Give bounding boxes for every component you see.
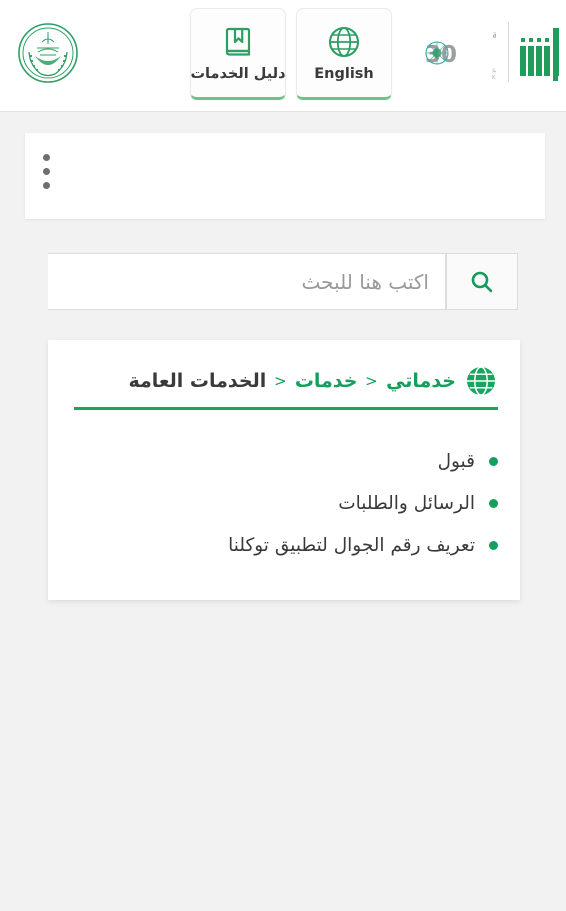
breadcrumb: خدماتي > خدمات > الخدمات العامة: [129, 364, 498, 398]
search-button[interactable]: [446, 253, 518, 310]
search-bar: [48, 253, 518, 310]
services-guide-book-icon: [225, 27, 251, 56]
vision-2030-logo: رؤيــة VISION 2 30 المملكة العربية السعو…: [404, 29, 496, 81]
svg-text:VISION: VISION: [404, 29, 406, 41]
kebab-dot: [43, 154, 50, 161]
breadcrumb-link-services[interactable]: خدمات: [295, 370, 358, 392]
breadcrumb-separator: >: [274, 372, 287, 390]
services-guide-label: دليل الخدمات: [190, 65, 286, 82]
toolbar-card: [25, 133, 545, 219]
kebab-dot: [43, 168, 50, 175]
bullet-icon: [489, 498, 498, 508]
header-divider: [508, 22, 509, 82]
list-item[interactable]: تعريف رقم الجوال لتطبيق توكلنا: [68, 524, 498, 566]
list-item[interactable]: قبول: [68, 440, 498, 482]
services-panel: خدماتي > خدمات > الخدمات العامة قبول الر…: [48, 340, 520, 600]
language-switch-label: English: [314, 65, 374, 82]
bullet-icon: [489, 540, 498, 550]
site-header: English دليل الخدمات رؤيــة VISION 2 30 …: [0, 0, 566, 112]
services-guide-button[interactable]: دليل الخدمات: [190, 8, 286, 100]
breadcrumb-link-my-services[interactable]: خدماتي: [386, 370, 456, 392]
search-icon: [471, 271, 493, 292]
breadcrumb-separator: >: [365, 372, 379, 390]
breadcrumb-underline: [74, 407, 498, 410]
list-item-label: قبول: [437, 450, 475, 472]
breadcrumb-current-page: الخدمات العامة: [128, 370, 267, 392]
kebab-dot: [43, 182, 50, 189]
list-item-label: تعريف رقم الجوال لتطبيق توكلنا: [228, 534, 475, 556]
globe-icon: [467, 366, 495, 396]
svg-text:2: 2: [404, 42, 406, 68]
language-switch-button[interactable]: English: [296, 8, 392, 100]
bullet-icon: [489, 456, 498, 466]
search-input[interactable]: [48, 253, 446, 310]
list-item[interactable]: الرسائل والطلبات: [68, 482, 498, 524]
svg-text:KINGDOM OF SAUDI ARABIA: KINGDOM OF SAUDI ARABIA: [492, 75, 496, 81]
list-item-label: الرسائل والطلبات: [338, 492, 475, 514]
svg-text:المملكة العربية السعودية: المملكة العربية السعودية: [492, 66, 496, 74]
ministry-of-interior-emblem: [18, 23, 78, 83]
header-action-cards: English دليل الخدمات: [190, 8, 392, 100]
service-list: قبول الرسائل والطلبات تعريف رقم الجوال ل…: [68, 440, 498, 566]
absher-logo: [520, 28, 559, 81]
svg-text:رؤيــة: رؤيــة: [492, 29, 496, 41]
more-options-menu[interactable]: [43, 154, 50, 189]
globe-icon: [328, 26, 360, 57]
services-carousel: تعاميم قيود السفر وتقديم الخدمات: [0, 690, 566, 911]
